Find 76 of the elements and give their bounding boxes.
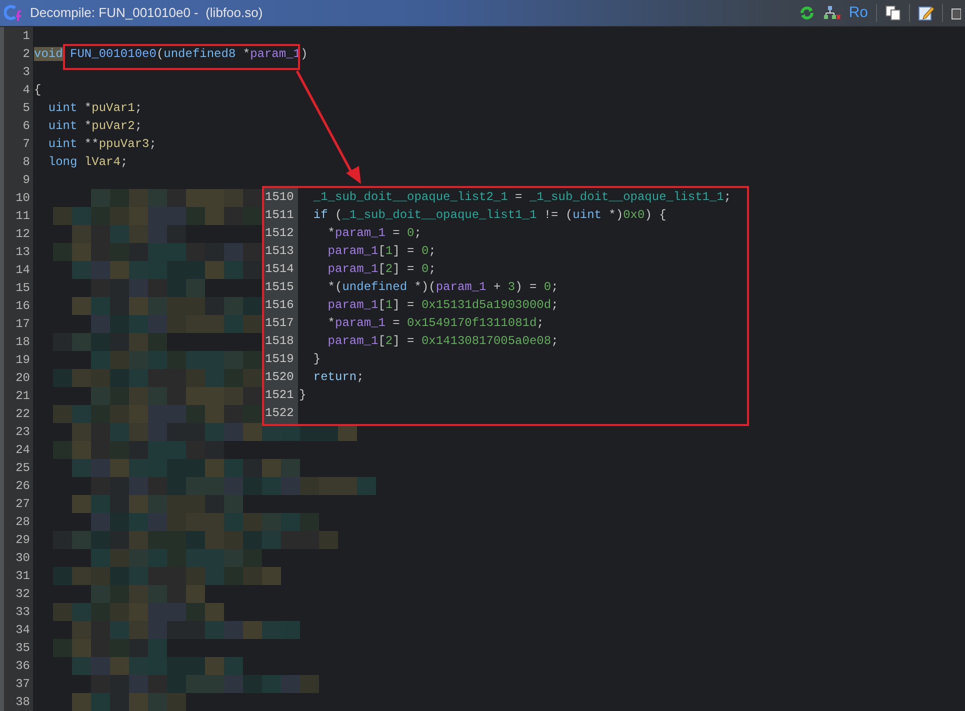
code-line: _1_sub_doit__opaque_list2_1 = _1_sub_doit__opaque_list1_1; bbox=[312, 189, 732, 206]
line-number: 37 bbox=[14, 676, 31, 693]
line-number: 15 bbox=[14, 280, 31, 297]
line-number: 32 bbox=[14, 586, 31, 603]
line-number: 12 bbox=[14, 226, 31, 243]
line-number: 17 bbox=[14, 316, 31, 333]
line-number: 29 bbox=[14, 532, 31, 549]
code-line: void FUN_001010e0(undefined8 *param_1) bbox=[33, 46, 309, 63]
refresh-icon[interactable] bbox=[798, 5, 815, 21]
line-number: 1517 bbox=[264, 315, 295, 332]
line-number: 16 bbox=[14, 298, 31, 315]
line-number: 3 bbox=[22, 64, 31, 81]
line-number: 30 bbox=[14, 550, 31, 567]
line-number: 25 bbox=[14, 460, 31, 477]
window-title: Decompile: FUN_001010e0 - (libfoo.so) bbox=[30, 4, 263, 22]
line-number: 1 bbox=[22, 28, 31, 45]
line-number: 27 bbox=[14, 496, 31, 513]
line-number: 28 bbox=[14, 514, 31, 531]
code-line: uint *puVar2; bbox=[47, 118, 144, 135]
line-number: 14 bbox=[14, 262, 31, 279]
line-number: 1516 bbox=[264, 297, 295, 314]
line-number: 6 bbox=[22, 118, 31, 135]
copy-icon[interactable] bbox=[885, 5, 901, 21]
line-number: 18 bbox=[14, 334, 31, 351]
code-line: uint **ppuVar3; bbox=[47, 136, 158, 153]
line-number: 34 bbox=[14, 622, 31, 639]
code-line: param_1[1] = 0; bbox=[326, 243, 437, 260]
code-line: param_1[1] = 0x15131d5a1903000d; bbox=[326, 297, 560, 314]
code-line: long lVar4; bbox=[47, 154, 129, 171]
code-line: *(undefined *)(param_1 + 3) = 0; bbox=[326, 279, 560, 296]
code-line: return; bbox=[312, 369, 365, 386]
code-line: if (_1_sub_doit__opaque_list1_1 != (uint *)0x0) { bbox=[312, 207, 668, 224]
line-number: 26 bbox=[14, 478, 31, 495]
line-number: 1522 bbox=[264, 405, 295, 422]
line-number: 1518 bbox=[264, 333, 295, 350]
line-number: 1514 bbox=[264, 261, 295, 278]
code-line: uint *puVar1; bbox=[47, 100, 144, 117]
line-number: 7 bbox=[22, 136, 31, 153]
code-line: } bbox=[298, 387, 308, 404]
edit-icon[interactable] bbox=[918, 5, 934, 21]
line-number: 9 bbox=[22, 172, 31, 189]
line-number: 1513 bbox=[264, 243, 295, 260]
line-number: 1515 bbox=[264, 279, 295, 296]
graph-icon[interactable] bbox=[822, 5, 841, 21]
line-number: 36 bbox=[14, 658, 31, 675]
line-number: 11 bbox=[14, 208, 31, 225]
code-line: { bbox=[33, 82, 42, 99]
line-number: 21 bbox=[14, 388, 31, 405]
code-line: param_1[2] = 0x14130817005a0e08; bbox=[326, 333, 560, 350]
line-number: 5 bbox=[22, 100, 31, 117]
line-number: 31 bbox=[14, 568, 31, 585]
line-number: 1521 bbox=[264, 387, 295, 404]
line-number: 10 bbox=[14, 190, 31, 207]
line-number: 13 bbox=[14, 244, 31, 261]
code-line: param_1[2] = 0; bbox=[326, 261, 437, 278]
line-number: 1520 bbox=[264, 369, 295, 386]
line-number: 1510 bbox=[264, 189, 295, 206]
line-number: 35 bbox=[14, 640, 31, 657]
line-number: 24 bbox=[14, 442, 31, 459]
app-icon bbox=[4, 4, 22, 22]
line-number: 22 bbox=[14, 406, 31, 423]
line-number: 1511 bbox=[264, 207, 295, 224]
line-number: 8 bbox=[22, 154, 31, 171]
line-number: 4 bbox=[22, 82, 31, 99]
line-number: 2 bbox=[22, 46, 31, 63]
code-line: *param_1 = 0; bbox=[326, 225, 422, 242]
code-line: } bbox=[312, 351, 322, 368]
line-number: 1512 bbox=[264, 225, 295, 242]
line-number: 33 bbox=[14, 604, 31, 621]
read-only-toggle[interactable]: Ro bbox=[848, 2, 868, 24]
code-line: *param_1 = 0x1549170f1311081d; bbox=[326, 315, 545, 332]
line-number: 38 bbox=[14, 694, 31, 711]
line-number: 23 bbox=[14, 424, 31, 441]
line-number: 19 bbox=[14, 352, 31, 369]
line-number: 20 bbox=[14, 370, 31, 387]
line-number: 1519 bbox=[264, 351, 295, 368]
